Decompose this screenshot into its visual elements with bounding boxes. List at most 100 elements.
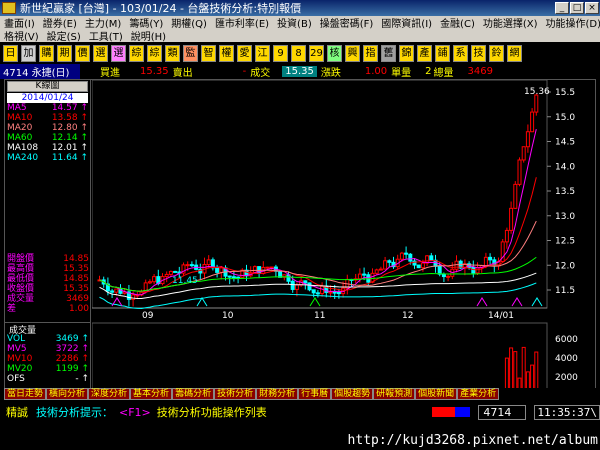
- menu-item-1-0[interactable]: 格視(V): [0, 28, 43, 43]
- tab-3[interactable]: 基本分析: [130, 388, 173, 400]
- toolbar-button-27[interactable]: 鈴: [489, 44, 504, 62]
- ma-name: MA20: [7, 123, 33, 133]
- menu-item-0-8[interactable]: 國際資訊(I): [377, 15, 436, 30]
- close-button[interactable]: ×: [585, 2, 599, 14]
- ma-value: 14.57 ↑: [51, 103, 88, 113]
- toolbar-button-7[interactable]: 綜: [129, 44, 144, 62]
- tab-6[interactable]: 財務分析: [256, 388, 299, 400]
- toolbar-button-26[interactable]: 技: [471, 44, 486, 62]
- tab-0[interactable]: 當日走勢: [4, 388, 47, 400]
- tab-10[interactable]: 個股新聞: [415, 388, 458, 400]
- toolbar-button-9[interactable]: 類: [165, 44, 180, 62]
- x-tick-label: 10: [222, 311, 234, 321]
- menu-item-0-5[interactable]: 匯市利率(E): [211, 15, 273, 30]
- menu-item-1-1[interactable]: 設定(S): [43, 28, 85, 43]
- toolbar-button-22[interactable]: 錦: [399, 44, 414, 62]
- toolbar-button-6[interactable]: 選: [111, 44, 126, 62]
- tab-8[interactable]: 個股趨勢: [331, 388, 374, 400]
- minimize-button[interactable]: _: [555, 2, 569, 14]
- kline-box[interactable]: K線圖: [7, 81, 88, 92]
- toolbar-button-0[interactable]: 日: [3, 44, 18, 62]
- candle-body: [147, 281, 152, 284]
- y-tick-label: 15.0: [555, 113, 575, 123]
- menu-item-0-7[interactable]: 操盤密碼(F): [316, 15, 378, 30]
- toolbar-button-23[interactable]: 產: [417, 44, 432, 62]
- signal-marker: [511, 297, 523, 307]
- candle-body: [378, 268, 383, 271]
- x-tick-label: 11: [314, 311, 325, 321]
- toolbar-button-1[interactable]: 加: [21, 44, 36, 62]
- toolbar-button-12[interactable]: 權: [219, 44, 234, 62]
- toolbar-button-10[interactable]: 監: [183, 44, 198, 62]
- candle-body: [231, 276, 236, 279]
- candle-body: [303, 280, 308, 284]
- candle-body: [437, 265, 442, 275]
- tab-9[interactable]: 研報預測: [373, 388, 416, 400]
- ma-name: MA60: [7, 133, 33, 143]
- window-title: 新世紀贏家 [台灣] - 103/01/24 - 台盤技術分析:特別報價: [20, 2, 302, 15]
- toolbar-button-21[interactable]: 舊: [381, 44, 396, 62]
- toolbar-button-17[interactable]: 29: [309, 44, 324, 62]
- status-indicator: [432, 407, 471, 417]
- toolbar-button-14[interactable]: 江: [255, 44, 270, 62]
- tab-1[interactable]: 橫向分析: [46, 388, 89, 400]
- tab-5[interactable]: 技術分析: [214, 388, 257, 400]
- toolbar-button-16[interactable]: 8: [291, 44, 306, 62]
- candle-body: [420, 262, 425, 269]
- status-bar: 精誠 技術分析提示： <F1> 技術分析功能操作列表 4714 11:35:37…: [0, 403, 600, 421]
- menu-item-0-10[interactable]: 功能選擇(X): [479, 15, 542, 30]
- date-box: 2014/01/24: [7, 93, 88, 103]
- candle-body: [307, 282, 312, 291]
- app-icon: [2, 2, 16, 14]
- ohlc-name: 收盤價: [7, 284, 35, 294]
- maximize-button[interactable]: □: [570, 2, 584, 14]
- tab-2[interactable]: 深度分析: [88, 388, 131, 400]
- quote-bar: 4714 永捷(日) 買進 15.35 賣出 - 成交 15.35 漲跌 1.0…: [0, 64, 600, 79]
- x-tick-label: 12: [402, 311, 413, 321]
- menu-item-0-4[interactable]: 期權(Q): [167, 15, 211, 30]
- candle-body: [504, 229, 509, 243]
- candle-body: [252, 266, 257, 274]
- volume-frame: [92, 322, 548, 398]
- ma-line: [99, 129, 537, 296]
- tab-4[interactable]: 籌碼分析: [172, 388, 215, 400]
- menu-item-0-9[interactable]: 金融(C): [436, 15, 479, 30]
- toolbar-button-24[interactable]: 鋪: [435, 44, 450, 62]
- y-tick-label: 13.5: [555, 187, 575, 197]
- toolbar-button-2[interactable]: 購: [39, 44, 54, 62]
- toolbar-button-15[interactable]: 9: [273, 44, 288, 62]
- candle-body: [131, 294, 136, 300]
- vol-value: - ↑: [75, 374, 89, 384]
- toolbar-button-8[interactable]: 綜: [147, 44, 162, 62]
- menu-item-1-3[interactable]: 說明(H): [127, 28, 170, 43]
- tab-11[interactable]: 產業分析: [457, 388, 500, 400]
- x-tick-label: 14/01: [488, 311, 514, 321]
- menu-item-0-11[interactable]: 功能操作(D): [542, 15, 600, 30]
- ma-value: 12.14 ↑: [51, 133, 88, 143]
- toolbar-button-4[interactable]: 價: [75, 44, 90, 62]
- x-tick-label: 09: [142, 311, 154, 321]
- menu-bar: 畫面(I) 證券(E) 主力(M) 籌碼(Y) 期權(Q) 匯市利率(E) 投資(B) 操盤密…: [0, 15, 600, 43]
- toolbar-button-5[interactable]: 選: [93, 44, 108, 62]
- toolbar-button-18[interactable]: 核: [327, 44, 342, 62]
- stock-code[interactable]: 4714 永捷(日): [0, 64, 80, 79]
- price-chart[interactable]: 15.5 15.0 14.5 14.0 13.5 13.0 12.5 12.0 11.5 09 10…: [92, 80, 596, 398]
- toolbar-button-11[interactable]: 智: [201, 44, 216, 62]
- ma-value: 12.01 ↑: [51, 143, 88, 153]
- menu-item-0-6[interactable]: 投資(B): [273, 15, 316, 30]
- toolbar-button-28[interactable]: 網: [507, 44, 522, 62]
- toolbar-button-3[interactable]: 期: [57, 44, 72, 62]
- vol-value: 3469 ↑: [55, 334, 89, 344]
- total-label: 總量: [433, 68, 454, 79]
- toolbar-button-19[interactable]: 興: [345, 44, 360, 62]
- toolbar-button-20[interactable]: 指: [363, 44, 378, 62]
- status-code[interactable]: 4714: [478, 404, 527, 420]
- candle-body: [509, 207, 514, 231]
- ma-row: MA60 12.14 ↑: [5, 133, 90, 143]
- candle-body: [513, 183, 518, 209]
- tab-7[interactable]: 行事曆: [298, 388, 332, 400]
- toolbar-button-25[interactable]: 系: [453, 44, 468, 62]
- candle-body: [332, 291, 337, 294]
- menu-item-1-2[interactable]: 工具(T): [85, 28, 127, 43]
- toolbar-button-13[interactable]: 愛: [237, 44, 252, 62]
